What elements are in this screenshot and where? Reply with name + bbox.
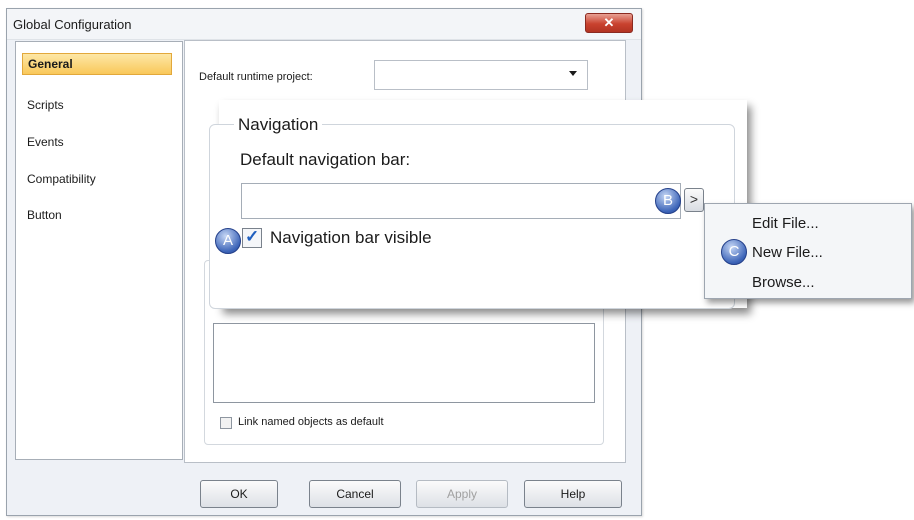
link-named-objects-label: Link named objects as default (238, 416, 384, 428)
category-sidebar: General Scripts Events Compatibility But… (15, 41, 183, 460)
callout-badge-c: C (721, 239, 747, 265)
cancel-button[interactable]: Cancel (309, 480, 401, 508)
navigation-bar-visible-checkbox[interactable]: ✓ (242, 227, 262, 248)
sidebar-item-events[interactable]: Events (22, 131, 64, 153)
runtime-project-label: Default runtime project: (199, 71, 313, 83)
link-named-objects-checkbox[interactable] (220, 417, 232, 429)
callout-badge-b: B (655, 188, 681, 214)
menu-item-browse[interactable]: Browse... (752, 274, 815, 291)
sidebar-item-compatibility[interactable]: Compatibility (22, 168, 96, 190)
navigation-group-title: Navigation (234, 115, 323, 135)
objects-list[interactable] (213, 323, 595, 403)
title-bar: Global Configuration ✕ (7, 9, 641, 40)
navigation-bar-visible-label: Navigation bar visible (270, 228, 432, 247)
window-title: Global Configuration (13, 17, 132, 32)
navigation-bar-menu-button[interactable]: > (684, 188, 704, 212)
apply-button[interactable]: Apply (416, 480, 508, 508)
ok-button[interactable]: OK (200, 480, 278, 508)
checkmark-icon: ✓ (245, 227, 260, 246)
menu-item-new-file[interactable]: New File... (752, 244, 823, 261)
close-icon: ✕ (603, 15, 615, 30)
help-button[interactable]: Help (524, 480, 622, 508)
sidebar-item-general[interactable]: General (22, 53, 172, 75)
sidebar-item-scripts[interactable]: Scripts (22, 94, 64, 116)
menu-item-edit-file[interactable]: Edit File... (752, 215, 819, 232)
navigation-bar-field[interactable] (241, 183, 681, 219)
close-button[interactable]: ✕ (585, 13, 633, 33)
runtime-project-dropdown[interactable] (374, 60, 588, 90)
chevron-down-icon (569, 71, 577, 76)
callout-badge-a: A (215, 228, 241, 254)
default-navigation-bar-label: Default navigation bar: (240, 150, 411, 169)
sidebar-item-button[interactable]: Button (22, 204, 62, 226)
